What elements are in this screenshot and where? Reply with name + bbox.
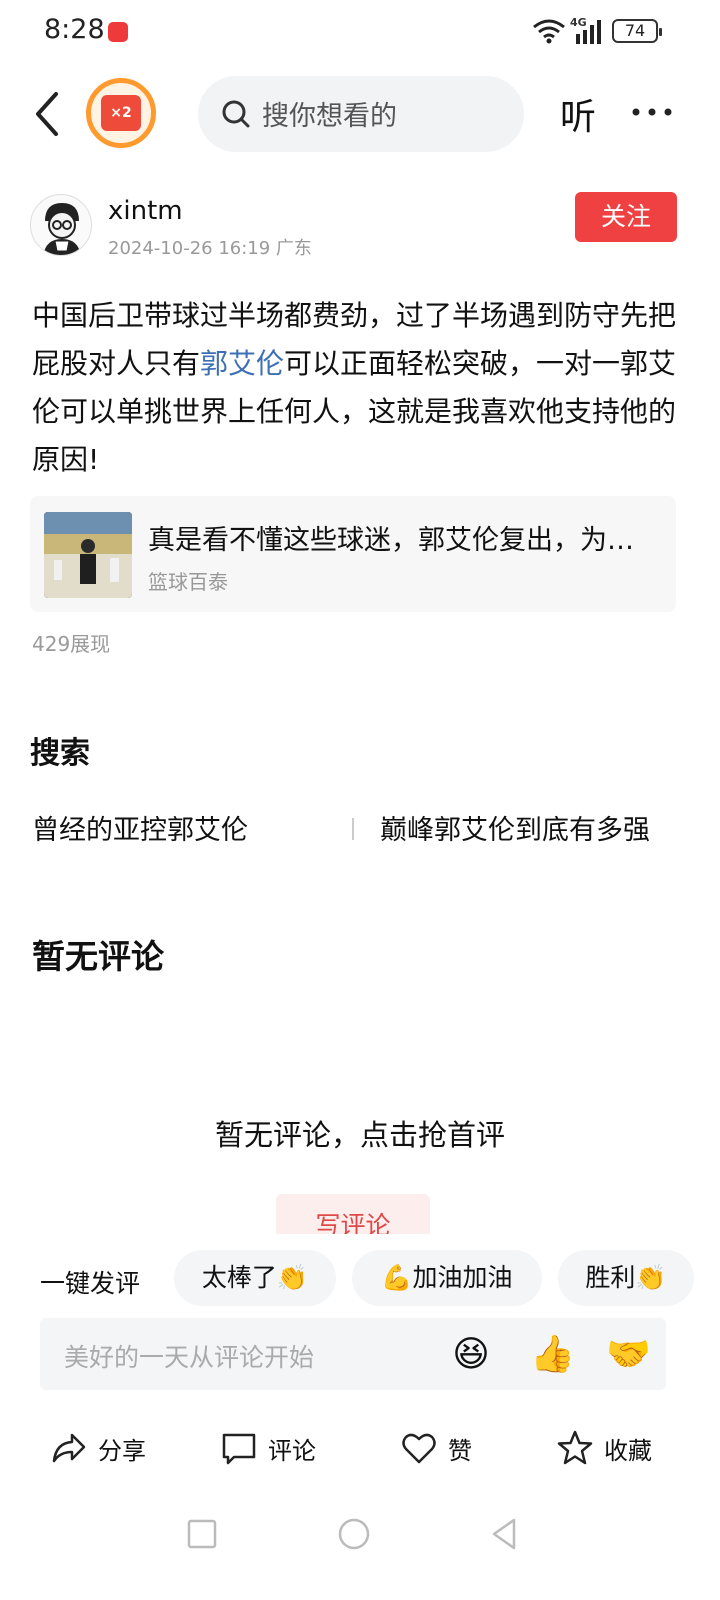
system-back-icon[interactable] <box>484 1514 524 1554</box>
quick-comment-panel: 一键发评 太棒了👏 💪加油加油 胜利👏 美好的一天从评论开始 😆 👍 🤝 分享 … <box>0 1234 720 1600</box>
listen-button[interactable]: 听 <box>560 88 596 140</box>
comment-input-placeholder: 美好的一天从评论开始 <box>64 1343 315 1372</box>
laughing-emoji-icon[interactable]: 😆 <box>450 1334 492 1376</box>
thumbs-up-emoji-icon[interactable]: 👍 <box>530 1334 575 1376</box>
comment-input[interactable]: 美好的一天从评论开始 😆 👍 🤝 <box>40 1318 666 1390</box>
back-arrow-icon[interactable] <box>24 86 72 142</box>
article-source: 篮球百泰 <box>148 570 228 594</box>
comment-button[interactable]: 评论 <box>220 1426 316 1470</box>
recent-apps-icon[interactable] <box>182 1514 222 1554</box>
reward-badge[interactable]: ×2 <box>86 78 156 148</box>
post-keyword-link[interactable]: 郭艾伦 <box>200 347 284 380</box>
follow-button[interactable]: 关注 <box>575 192 677 242</box>
related-search-item[interactable]: 曾经的亚控郭艾伦 <box>32 808 248 847</box>
comment-label: 评论 <box>268 1436 316 1465</box>
linked-article-card[interactable]: 真是看不懂这些球迷，郭艾伦复出，为何还有那么多人喷他？ 篮球百泰 <box>30 496 676 612</box>
quick-comment-label: 一键发评 <box>40 1269 141 1298</box>
author-avatar[interactable] <box>30 194 92 256</box>
author-name[interactable]: xintm <box>108 196 183 226</box>
article-title: 真是看不懂这些球迷，郭艾伦复出，为何还有那么多人喷他？ <box>148 525 660 556</box>
star-icon <box>557 1430 593 1465</box>
heart-icon <box>402 1433 436 1464</box>
share-button[interactable]: 分享 <box>50 1426 146 1470</box>
like-button[interactable]: 赞 <box>400 1426 472 1470</box>
post-timestamp-location: 2024-10-26 16:19 广东 <box>108 238 312 259</box>
divider <box>352 818 354 840</box>
quick-comment-chip[interactable]: 💪加油加油 <box>352 1250 542 1306</box>
signal-icon <box>576 20 601 44</box>
comments-heading: 暂无评论 <box>32 937 164 976</box>
handshake-emoji-icon[interactable]: 🤝 <box>606 1334 651 1376</box>
collect-label: 收藏 <box>604 1436 652 1465</box>
home-icon[interactable] <box>334 1514 374 1554</box>
wifi-icon <box>533 19 565 44</box>
status-time: 8:28 <box>44 14 105 45</box>
post-text: 中国后卫带球过半场都费劲，过了半场遇到防守先把屁股对人只有郭艾伦可以正面轻松突破… <box>32 292 692 484</box>
search-icon <box>222 100 250 128</box>
share-icon <box>52 1433 86 1463</box>
empty-comments-text: 暂无评论，点击抢首评 <box>214 1118 505 1152</box>
view-count: 429展现 <box>32 632 111 656</box>
status-bar: 8:28 4G 74 <box>0 0 720 64</box>
system-navigation-bar <box>0 1504 720 1568</box>
top-nav: ×2 搜你想看的 听 <box>0 72 720 156</box>
battery-indicator: 74 <box>612 19 662 43</box>
quick-comment-chip[interactable]: 太棒了👏 <box>174 1250 336 1306</box>
search-placeholder: 搜你想看的 <box>262 101 397 132</box>
quick-comment-chip[interactable]: 胜利👏 <box>558 1250 694 1306</box>
collect-button[interactable]: 收藏 <box>556 1426 652 1470</box>
red-packet-icon: ×2 <box>101 95 141 131</box>
like-label: 赞 <box>448 1436 472 1465</box>
search-section-heading: 搜索 <box>30 736 90 771</box>
article-thumbnail <box>44 512 132 598</box>
related-search-item[interactable]: 巅峰郭艾伦到底有多强 <box>380 808 664 847</box>
action-bar: 分享 评论 赞 收藏 <box>0 1412 720 1482</box>
share-label: 分享 <box>98 1436 146 1465</box>
app-notification-icon <box>108 22 128 42</box>
comment-icon <box>222 1433 256 1465</box>
search-input[interactable]: 搜你想看的 <box>198 76 524 152</box>
more-options-icon[interactable] <box>628 92 676 132</box>
